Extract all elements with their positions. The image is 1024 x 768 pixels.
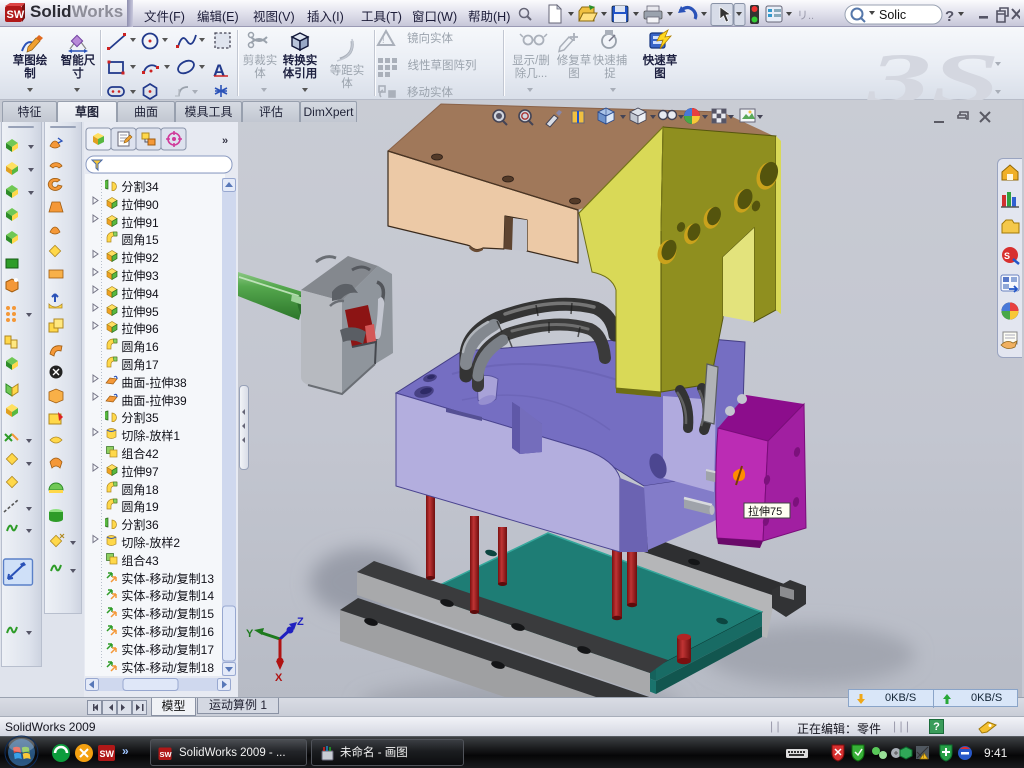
- svg-text:!: !: [382, 35, 385, 45]
- svg-text:ЗS: ЗS: [866, 39, 1000, 100]
- svg-text:»: »: [122, 744, 129, 758]
- svg-text:SW: SW: [160, 750, 173, 759]
- svg-text:S: S: [1004, 251, 1010, 261]
- svg-text:?: ?: [945, 8, 954, 25]
- svg-text:SW: SW: [100, 749, 115, 759]
- svg-text:リ..: リ..: [797, 10, 814, 22]
- svg-text:A: A: [213, 61, 225, 80]
- svg-text:Z: Z: [297, 616, 304, 628]
- svg-text:拉伸75: 拉伸75: [748, 504, 782, 518]
- svg-text:X: X: [275, 672, 283, 684]
- svg-text:SW: SW: [7, 9, 25, 21]
- svg-text:Y: Y: [246, 628, 254, 640]
- svg-text:»: »: [222, 135, 228, 147]
- svg-text:Solic: Solic: [879, 8, 906, 22]
